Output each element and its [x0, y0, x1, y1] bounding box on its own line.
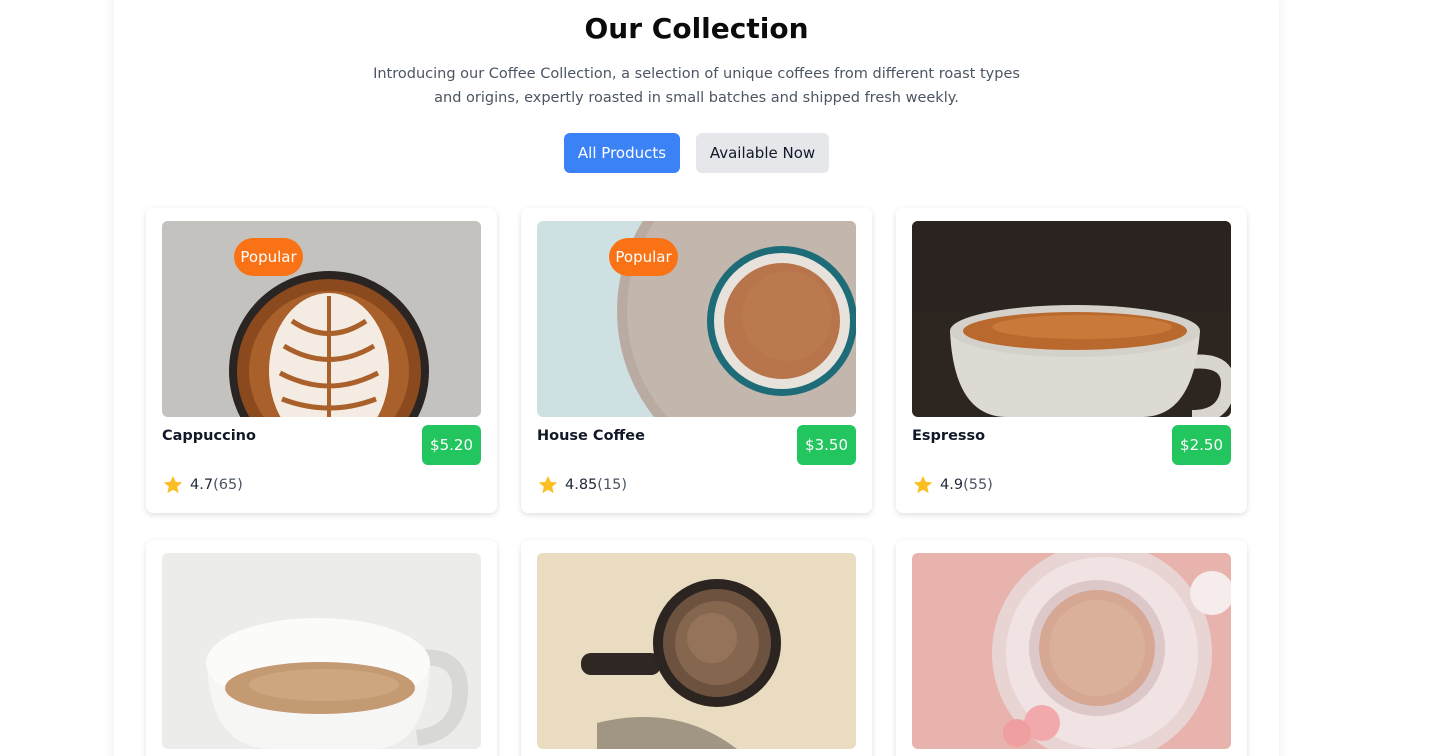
product-image	[162, 553, 481, 749]
product-rating: 4.7 (65)	[162, 474, 243, 496]
product-card[interactable]: Popular House Coffee $3.50 4.85 (15)	[521, 208, 872, 513]
rating-count: (55)	[963, 477, 993, 493]
product-image	[537, 553, 856, 749]
product-card[interactable]: Espresso $2.50 4.9 (55)	[896, 208, 1247, 513]
black-coffee-top-photo	[537, 553, 856, 749]
rating-count: (65)	[213, 477, 243, 493]
star-icon	[538, 475, 558, 494]
price-badge: $5.20	[422, 425, 481, 465]
product-card[interactable]	[146, 540, 497, 756]
house-coffee-cup-photo	[537, 221, 856, 417]
price-badge: $2.50	[1172, 425, 1231, 465]
collection-intro: Introducing our Coffee Collection, a sel…	[373, 66, 1020, 106]
popular-badge: Popular	[609, 238, 678, 276]
rating-value: 4.85	[565, 477, 598, 493]
available-now-button[interactable]: Available Now	[696, 133, 829, 173]
espresso-cup-photo	[912, 221, 1231, 417]
pink-latte-flowers-photo	[912, 553, 1231, 749]
product-image	[912, 553, 1231, 749]
product-rating: 4.85 (15)	[537, 474, 627, 496]
product-name: Espresso	[912, 428, 986, 444]
rating-value: 4.9	[940, 477, 964, 493]
price-badge: $3.50	[797, 425, 856, 465]
house-coffee-image	[537, 221, 856, 417]
espresso-image	[912, 221, 1231, 417]
product-rating: 4.9 (55)	[912, 474, 993, 496]
page-title: Our Collection	[584, 12, 809, 45]
product-name: House Coffee	[537, 428, 645, 444]
white-mug-coffee-photo	[162, 553, 481, 749]
product-name: Cappuccino	[162, 428, 256, 444]
rating-value: 4.7	[190, 477, 214, 493]
star-icon	[913, 475, 933, 494]
cappuccino-image	[162, 221, 481, 417]
product-card[interactable]	[521, 540, 872, 756]
product-card[interactable]	[896, 540, 1247, 756]
popular-badge: Popular	[234, 238, 303, 276]
cappuccino-latte-art-photo	[162, 221, 481, 417]
rating-count: (15)	[597, 477, 628, 493]
product-card[interactable]: Popular Cappuccino $5.20 4.7 (65)	[146, 208, 497, 513]
star-icon	[163, 475, 183, 494]
all-products-button[interactable]: All Products	[564, 133, 680, 173]
